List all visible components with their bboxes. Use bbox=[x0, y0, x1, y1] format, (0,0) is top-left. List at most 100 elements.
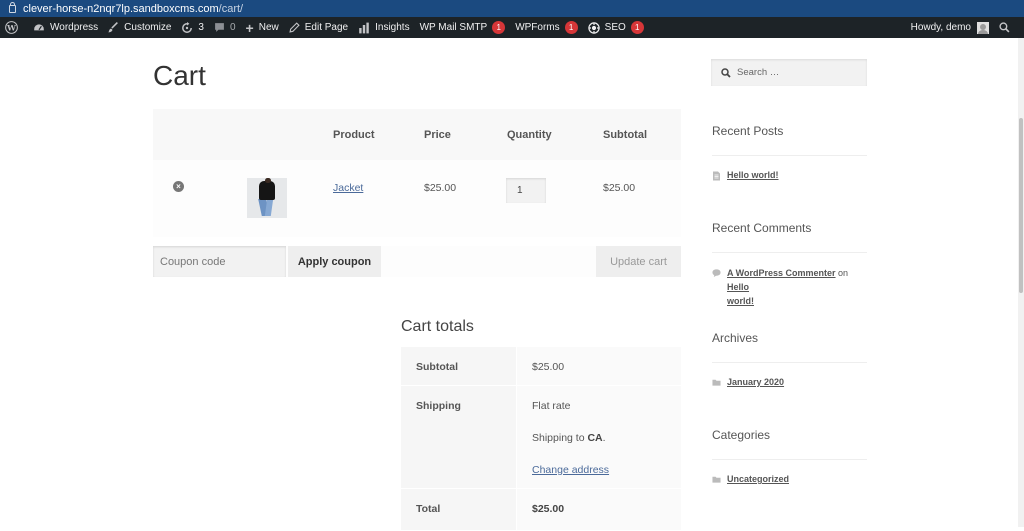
address-bar[interactable]: clever-horse-n2nqr7lp.sandboxcms.com/car… bbox=[0, 0, 1024, 17]
avatar bbox=[977, 21, 989, 34]
cart-totals-title: Cart totals bbox=[401, 318, 474, 335]
seo-badge: 1 bbox=[630, 21, 644, 34]
totals-shipping-label: Shipping bbox=[401, 386, 516, 488]
wp-mail-smtp-badge: 1 bbox=[492, 21, 506, 34]
url-path: /cart/ bbox=[218, 2, 244, 15]
admin-search-button[interactable] bbox=[994, 17, 1024, 38]
new-label: New bbox=[258, 22, 279, 33]
product-price: $25.00 bbox=[424, 182, 457, 194]
search-placeholder: Search … bbox=[737, 67, 780, 78]
archives-title: Archives bbox=[712, 331, 759, 345]
totals-total-value: $25.00 bbox=[517, 489, 681, 530]
archive-link[interactable]: January 2020 bbox=[727, 377, 784, 387]
howdy-label: Howdy, demo bbox=[910, 22, 971, 33]
header-product: Product bbox=[333, 129, 375, 141]
folder-icon bbox=[712, 379, 721, 386]
insights-link[interactable]: Insights bbox=[353, 17, 414, 38]
scrollbar-thumb[interactable] bbox=[1019, 118, 1023, 293]
totals-subtotal-label: Subtotal bbox=[401, 347, 516, 385]
new-content-menu[interactable]: + New bbox=[241, 17, 284, 38]
update-cart-button[interactable]: Update cart bbox=[596, 246, 681, 277]
updates-count: 3 bbox=[198, 22, 204, 33]
page-title: Cart bbox=[153, 60, 206, 91]
wordpress-logo-menu[interactable]: W bbox=[0, 17, 28, 38]
product-subtotal: $25.00 bbox=[603, 182, 636, 194]
sidebar-search-input[interactable]: Search … bbox=[711, 59, 867, 86]
pencil-icon bbox=[289, 22, 300, 33]
quantity-input[interactable] bbox=[506, 178, 546, 203]
cart-table: Product Price Quantity Subtotal × Jacket… bbox=[153, 109, 681, 237]
totals-subtotal-value: $25.00 bbox=[517, 347, 681, 385]
seo-link[interactable]: SEO 1 bbox=[583, 17, 649, 38]
shipping-destination: Shipping to CA. bbox=[532, 432, 606, 444]
page-scrollbar[interactable] bbox=[1018, 38, 1024, 527]
comment-author-link[interactable]: A WordPress Commenter bbox=[727, 268, 836, 278]
cart-totals-table: Subtotal $25.00 Shipping Flat rate Shipp… bbox=[401, 347, 681, 531]
edit-page-link[interactable]: Edit Page bbox=[284, 17, 353, 38]
seo-label: SEO bbox=[604, 22, 626, 33]
cart-table-header: Product Price Quantity Subtotal bbox=[153, 109, 681, 160]
wp-mail-smtp-label: WP Mail SMTP bbox=[419, 22, 488, 33]
customize-link[interactable]: Customize bbox=[103, 17, 176, 38]
updates-icon bbox=[182, 21, 193, 33]
site-name-menu[interactable]: Wordpress bbox=[28, 17, 103, 38]
recent-posts-title: Recent Posts bbox=[712, 124, 784, 138]
widget-divider bbox=[712, 252, 867, 253]
categories-title: Categories bbox=[712, 428, 771, 442]
header-price: Price bbox=[424, 129, 451, 141]
apply-coupon-button[interactable]: Apply coupon bbox=[288, 246, 381, 277]
url-host: clever-horse-n2nqr7lp.sandboxcms.com bbox=[23, 2, 219, 15]
plus-icon: + bbox=[245, 19, 254, 36]
paintbrush-icon bbox=[108, 22, 119, 33]
coupon-code-input[interactable] bbox=[153, 246, 286, 277]
folder-icon bbox=[712, 476, 721, 483]
wp-mail-smtp-link[interactable]: WP Mail SMTP 1 bbox=[415, 17, 511, 38]
search-icon bbox=[721, 67, 731, 78]
shipping-method: Flat rate bbox=[532, 400, 571, 412]
document-icon bbox=[713, 171, 720, 181]
cart-item-row: × Jacket $25.00 $25.00 bbox=[153, 160, 681, 237]
product-name-link[interactable]: Jacket bbox=[333, 182, 363, 194]
comment-post-link-cont[interactable]: world! bbox=[727, 296, 754, 306]
comment-bubble-icon bbox=[215, 23, 224, 32]
dashboard-icon bbox=[34, 23, 44, 30]
search-icon bbox=[999, 22, 1010, 33]
comments-link[interactable]: 0 bbox=[209, 17, 241, 38]
comment-post-link[interactable]: Hello bbox=[727, 282, 749, 292]
edit-page-label: Edit Page bbox=[304, 22, 349, 33]
change-address-link[interactable]: Change address bbox=[532, 464, 609, 476]
totals-total-row: Total $25.00 bbox=[401, 489, 681, 531]
recent-post-item: Hello world! bbox=[712, 170, 779, 181]
product-thumbnail[interactable] bbox=[247, 178, 287, 218]
lock-icon bbox=[9, 1, 16, 13]
wpforms-label: WPForms bbox=[515, 22, 560, 33]
widget-divider bbox=[712, 155, 867, 156]
widget-divider bbox=[712, 459, 867, 460]
header-subtotal: Subtotal bbox=[603, 129, 647, 141]
my-account-menu[interactable]: Howdy, demo bbox=[906, 17, 994, 38]
category-link[interactable]: Uncategorized bbox=[727, 474, 789, 484]
recent-comments-title: Recent Comments bbox=[712, 221, 812, 235]
bar-chart-icon bbox=[359, 22, 369, 33]
widget-divider bbox=[712, 362, 867, 363]
insights-label: Insights bbox=[375, 22, 410, 33]
svg-text:W: W bbox=[6, 23, 16, 32]
seo-gear-icon bbox=[587, 21, 600, 34]
admin-bar: W Wordpress Customize 3 0 + New Edit Pag… bbox=[0, 17, 1024, 38]
updates-link[interactable]: 3 bbox=[176, 17, 209, 38]
header-quantity: Quantity bbox=[507, 129, 552, 141]
totals-shipping-row: Shipping Flat rate Shipping to CA. Chang… bbox=[401, 386, 681, 489]
wpforms-link[interactable]: WPForms 1 bbox=[510, 17, 582, 38]
recent-post-link[interactable]: Hello world! bbox=[727, 170, 779, 180]
cart-actions: Apply coupon Update cart bbox=[153, 246, 681, 277]
recent-comment-item: A WordPress Commenter on Hello world! bbox=[712, 266, 867, 308]
totals-total-label: Total bbox=[401, 489, 516, 530]
wpforms-badge: 1 bbox=[564, 21, 578, 34]
site-name: Wordpress bbox=[50, 22, 99, 33]
archive-item: January 2020 bbox=[712, 377, 784, 387]
customize-label: Customize bbox=[124, 22, 172, 33]
comment-on-text: on bbox=[838, 268, 849, 278]
wordpress-logo-icon: W bbox=[5, 21, 18, 34]
comments-count: 0 bbox=[229, 22, 236, 33]
remove-item-icon[interactable]: × bbox=[173, 181, 184, 192]
